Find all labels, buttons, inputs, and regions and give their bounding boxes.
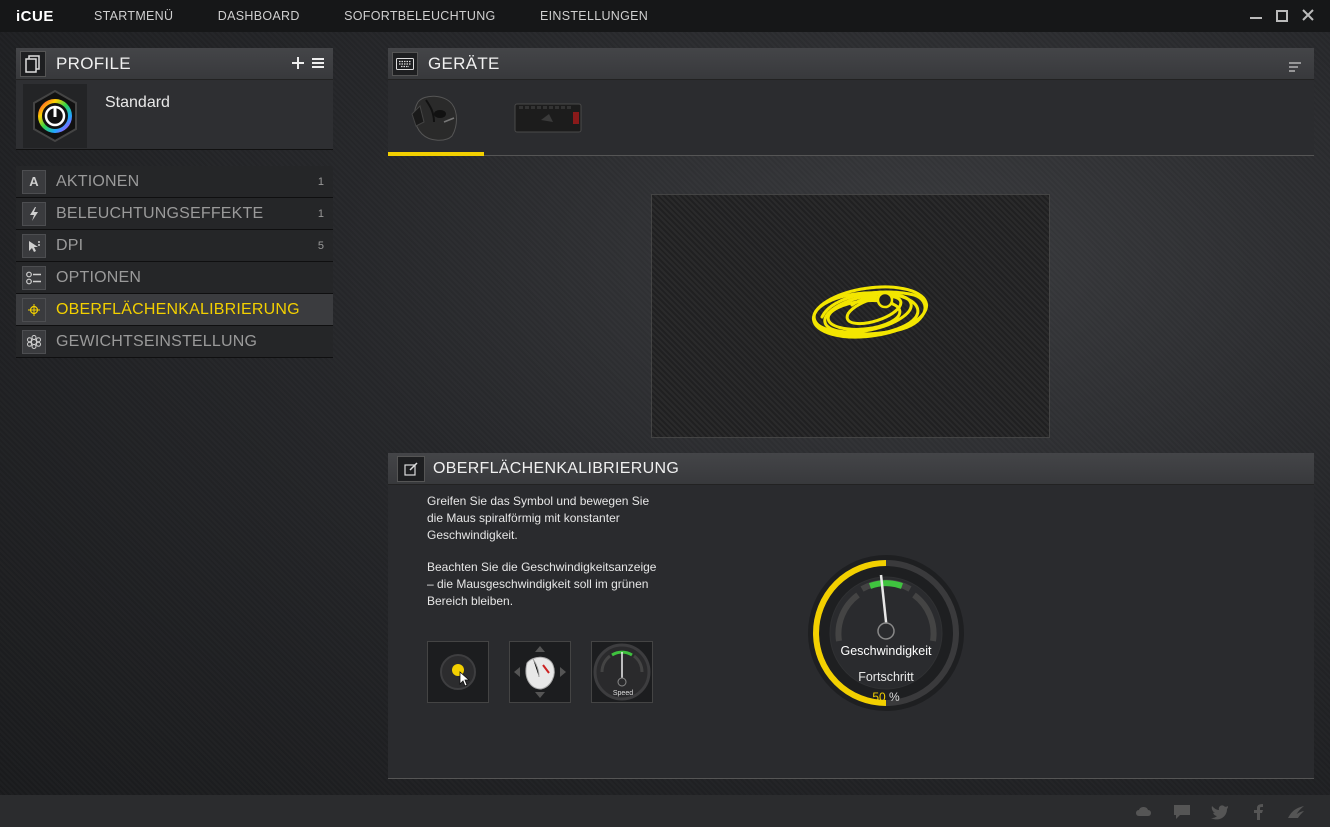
minimize-icon [1250,9,1262,19]
gauge-speed-label: Geschwindigkeit [840,644,932,658]
menu-item-oberflaechenkalibrierung[interactable]: OBERFLÄCHENKALIBRIERUNG [16,294,333,326]
devices-panel: GERÄTE [388,48,1314,156]
main-nav: STARTMENÜ DASHBOARD SOFORTBELEUCHTUNG EI… [94,7,688,25]
instruction-tiles: Speed [427,641,653,703]
mouse-move-icon [514,646,566,698]
edit-icon [397,455,425,482]
twitter-button[interactable] [1210,803,1230,821]
profile-actions [291,54,325,75]
nav-startmenu[interactable]: STARTMENÜ [94,9,173,23]
corsair-sails-icon [1288,806,1304,818]
lightning-icon [22,201,46,226]
device-strip [388,80,1314,156]
menu-item-label: GEWICHTSEINSTELLUNG [56,332,258,350]
speed-gauge-tile: Speed [591,641,653,703]
maximize-button[interactable] [1274,6,1290,24]
gauge-progress-value: 50 % [806,690,966,704]
chat-button[interactable] [1172,803,1192,821]
progress-unit: % [885,690,900,704]
plus-icon [292,57,304,69]
menu-item-beleuchtungseffekte[interactable]: BELEUCHTUNGSEFFEKTE 1 [16,198,333,230]
menu-item-label: BELEUCHTUNGSEFFEKTE [56,204,264,222]
top-bar: iCUE STARTMENÜ DASHBOARD SOFORTBELEUCHTU… [0,0,1330,32]
speed-tile-label: Speed [612,690,634,697]
menu-item-count: 1 [317,207,324,220]
update-button[interactable] [1134,803,1154,821]
nav-einstellungen[interactable]: EINSTELLUNGEN [540,9,648,23]
weight-icon [22,329,46,354]
profile-menu: A AKTIONEN 1 BELEUCHTUNGSEFFEKTE 1 DPI 5… [16,166,333,358]
profiles-header: PROFILE [16,48,333,80]
profiles-title: PROFILE [56,53,131,73]
grab-symbol-tile [427,641,489,703]
close-icon [1302,9,1314,21]
menu-item-label: AKTIONEN [56,172,140,190]
options-icon [22,265,46,290]
hamburger-icon [312,58,324,68]
grab-target-icon [440,654,476,690]
menu-item-count: 1 [317,175,324,188]
app-brand: iCUE [16,7,54,25]
profile-card[interactable]: Standard [16,80,333,150]
profile-name: Standard [105,94,170,111]
devices-header: GERÄTE [388,48,1314,80]
menu-item-gewichtseinstellung[interactable]: GEWICHTSEINSTELLUNG [16,326,333,358]
add-profile-button[interactable] [291,54,305,75]
instruction-text-2: Beachten Sie die Geschwindigkeitsanzeige… [427,560,657,608]
window-controls [1248,6,1316,24]
menu-item-count: 5 [317,239,324,252]
menu-item-label: OBERFLÄCHENKALIBRIERUNG [56,300,300,318]
calibration-panel: OBERFLÄCHENKALIBRIERUNG Greifen Sie das … [388,453,1314,779]
menu-item-label: OPTIONEN [56,268,142,286]
spiral-trace-icon [811,285,929,339]
facebook-button[interactable] [1248,803,1268,821]
menu-item-aktionen[interactable]: A AKTIONEN 1 [16,166,333,198]
letter-a-icon: A [22,169,46,194]
calibration-header: OBERFLÄCHENKALIBRIERUNG [388,453,1314,485]
maximize-icon [1276,10,1288,22]
devices-title: GERÄTE [428,53,500,73]
gauge-dial-icon [808,555,964,711]
lighting-controller-icon [514,103,582,133]
close-button[interactable] [1300,6,1316,24]
calibration-surface[interactable] [651,194,1050,438]
nav-sofortbeleuchtung[interactable]: SOFORTBELEUCHTUNG [344,9,495,23]
footer-icons [1134,803,1306,821]
instruction-text-1: Greifen Sie das Symbol und bewegen Sie d… [427,494,650,542]
chat-icon [1174,805,1190,819]
menu-item-optionen[interactable]: OPTIONEN [16,262,333,294]
devices-actions [1288,57,1302,78]
minimize-button[interactable] [1248,6,1264,24]
facebook-icon [1254,804,1263,820]
menu-item-dpi[interactable]: DPI 5 [16,230,333,262]
menu-item-label: DPI [56,236,84,254]
device-tab-controller[interactable] [500,84,596,152]
profiles-icon [20,50,46,77]
corsair-button[interactable] [1286,803,1306,821]
nav-dashboard[interactable]: DASHBOARD [218,9,300,23]
list-sort-icon [1289,62,1301,72]
move-mouse-tile [509,641,571,703]
target-icon [22,297,46,322]
cursor-dpi-icon [22,233,46,258]
twitter-icon [1211,805,1228,820]
device-sort-button[interactable] [1288,57,1302,78]
progress-number: 50 [872,690,886,704]
profile-logo-icon [23,84,87,148]
keyboard-icon [392,51,418,76]
calibration-title: OBERFLÄCHENKALIBRIERUNG [433,459,680,477]
profile-menu-button[interactable] [311,54,325,75]
profiles-panel: PROFILE Standard A AKTIONEN 1 BELEUCHTUN… [16,48,333,358]
speed-progress-gauge: Geschwindigkeit Fortschritt 50 % [806,553,966,713]
gauge-progress-label: Fortschritt [858,670,914,684]
device-tab-mouse[interactable] [388,84,484,156]
cloud-update-icon [1136,807,1151,816]
gaming-mouse-icon [411,95,457,141]
calibration-instructions: Greifen Sie das Symbol und bewegen Sie d… [427,493,657,610]
footer-bar [0,795,1330,827]
